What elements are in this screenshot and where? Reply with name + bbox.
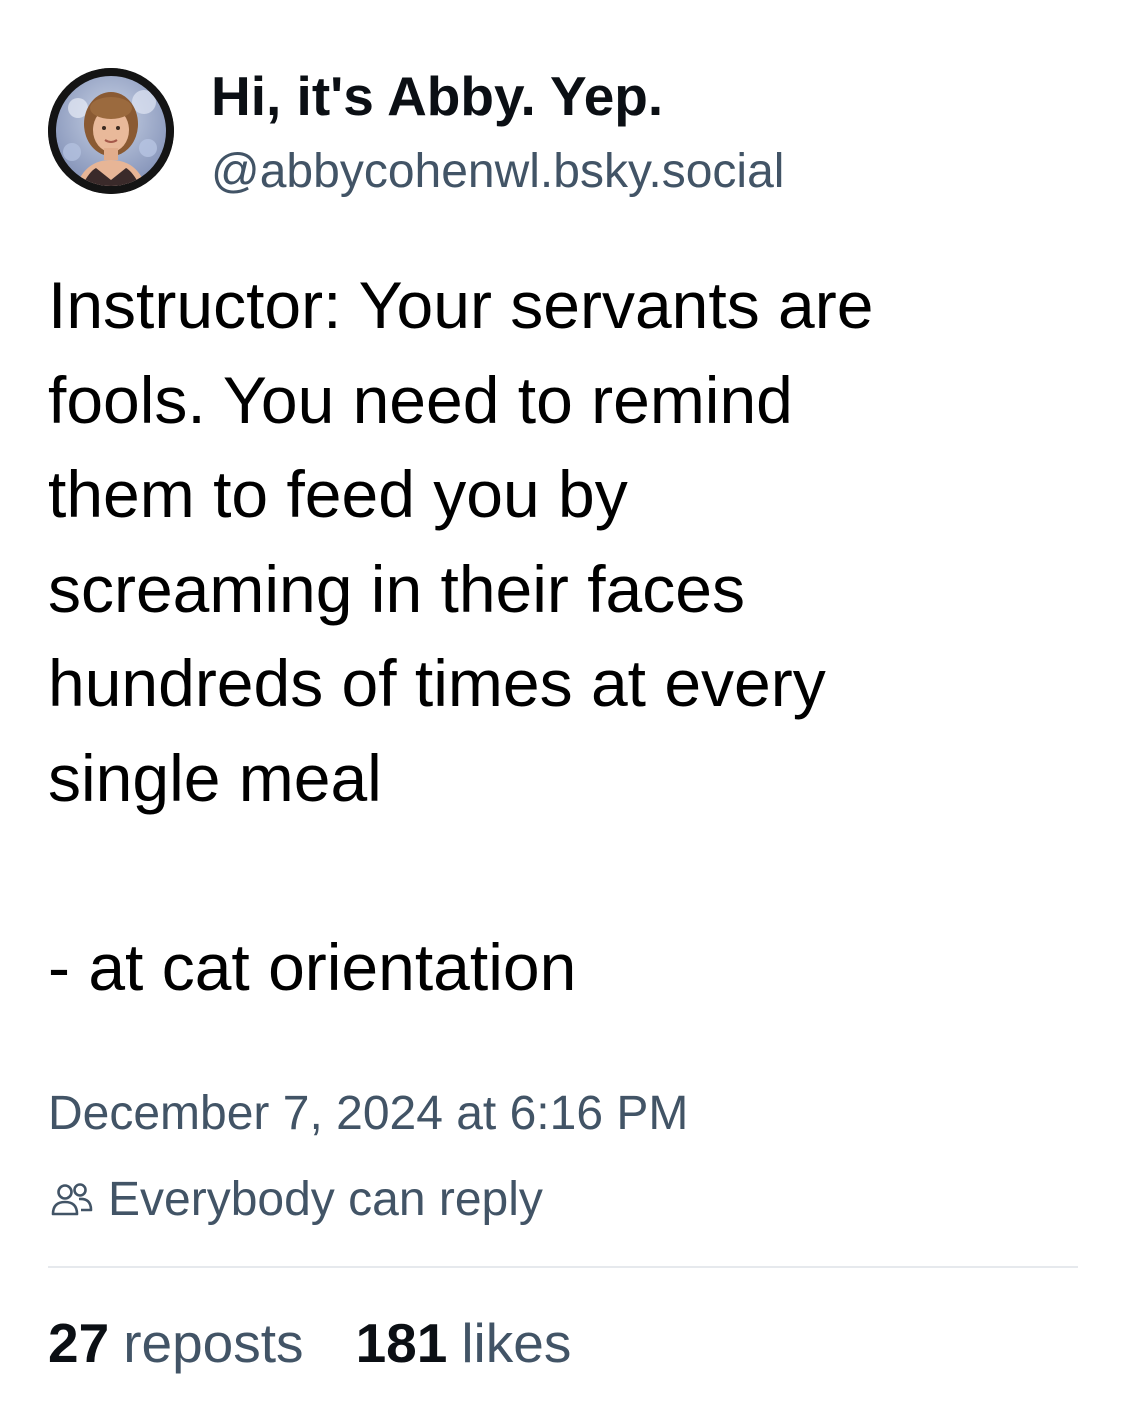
author-info: Hi, it's Abby. Yep. @abbycohenwl.bsky.so… <box>211 64 1071 200</box>
reply-setting-label: Everybody can reply <box>108 1173 543 1226</box>
divider <box>48 1266 1078 1268</box>
reposts-stat[interactable]: 27 reposts <box>48 1308 304 1378</box>
people-icon <box>48 1176 96 1224</box>
avatar[interactable] <box>48 68 174 194</box>
post-timestamp: December 7, 2024 at 6:16 PM <box>48 1087 689 1140</box>
reposts-count: 27 <box>48 1312 110 1374</box>
post-body-text: Instructor: Your servants are fools. You… <box>48 268 874 1004</box>
post-thread-view: Hi, it's Abby. Yep. @abbycohenwl.bsky.so… <box>0 0 1125 1407</box>
likes-label: likes <box>461 1312 572 1374</box>
post-stats: 27 reposts 181 likes <box>48 1308 571 1378</box>
reposts-label: reposts <box>123 1312 304 1374</box>
author-display-name[interactable]: Hi, it's Abby. Yep. <box>211 64 1071 128</box>
author-handle[interactable]: @abbycohenwl.bsky.social <box>211 144 1071 200</box>
reply-setting: Everybody can reply <box>48 1170 543 1230</box>
likes-count: 181 <box>355 1312 448 1374</box>
post-header: Hi, it's Abby. Yep. @abbycohenwl.bsky.so… <box>48 64 1078 204</box>
avatar-image <box>48 68 174 194</box>
likes-stat[interactable]: 181 likes <box>356 1308 572 1378</box>
